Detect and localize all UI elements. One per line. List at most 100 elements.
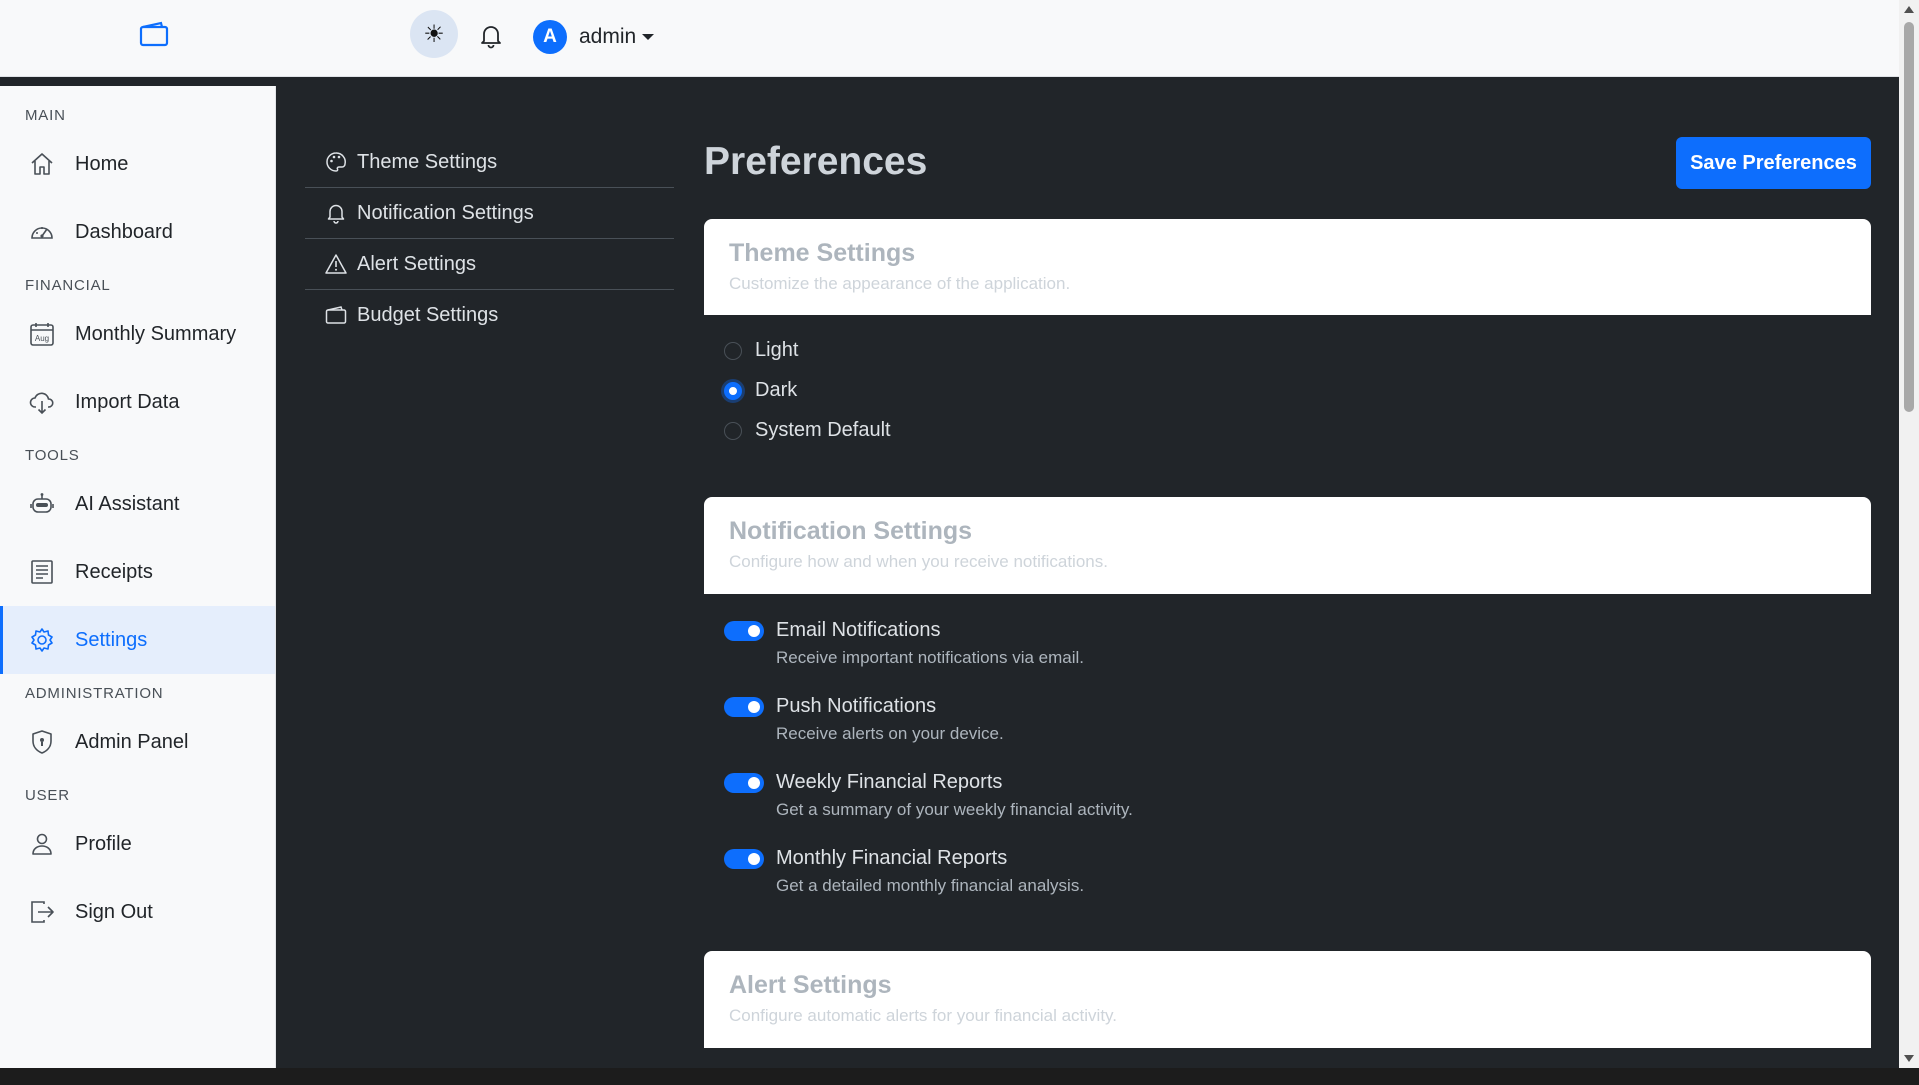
toggle-email-notifications: Email Notifications Receive important no… — [724, 619, 1084, 668]
wallet-icon — [139, 21, 169, 52]
scroll-up-icon[interactable] — [1904, 6, 1914, 13]
sun-icon: ☀ — [423, 20, 445, 48]
bell-icon — [481, 26, 501, 49]
settings-link-label: Alert Settings — [357, 252, 476, 275]
sidebar-item-label: AI Assistant — [75, 492, 180, 515]
sidebar-item-dashboard[interactable]: Dashboard — [0, 198, 275, 266]
sidebar: MAIN Home Dashboard FINANCIAL Aug Monthl… — [0, 86, 276, 1068]
radio-label: System Default — [755, 419, 891, 441]
switch-weekly-reports[interactable] — [724, 772, 764, 793]
calendar-icon: Aug — [30, 323, 54, 346]
sidebar-item-label: Import Data — [75, 390, 180, 413]
sidebar-item-receipts[interactable]: Receipts — [0, 538, 275, 606]
brand[interactable]: Expense Tracker — [139, 20, 407, 52]
sidebar-item-home[interactable]: Home — [0, 130, 275, 198]
toggle-description: Get a summary of your weekly financial a… — [776, 800, 1133, 819]
settings-link-label: Theme Settings — [357, 150, 498, 173]
settings-link-label: Notification Settings — [357, 201, 534, 224]
speedometer-icon — [31, 219, 53, 239]
toggle-label: Push Notifications — [776, 695, 937, 717]
card-subtitle: Configure automatic alerts for your fina… — [729, 1006, 1118, 1025]
avatar: A — [533, 20, 567, 54]
radio-system-default[interactable] — [724, 421, 742, 440]
sidebar-item-label: Home — [75, 152, 129, 175]
theme-option-light[interactable]: Light — [724, 339, 798, 362]
notifications-button[interactable] — [476, 21, 506, 51]
brand-name: Expense Tracker — [181, 20, 407, 51]
toggle-weekly-reports: Weekly Financial Reports Get a summary o… — [724, 771, 1133, 820]
os-taskbar — [0, 1068, 1919, 1085]
toggle-description: Receive alerts on your device. — [776, 724, 1004, 743]
radio-label: Light — [755, 339, 799, 361]
caret-down-icon — [642, 34, 655, 40]
toggle-label: Weekly Financial Reports — [776, 771, 1003, 793]
sidebar-item-label: Sign Out — [75, 900, 153, 923]
theme-option-system-default[interactable]: System Default — [724, 419, 891, 442]
toggle-control[interactable]: Weekly Financial Reports — [724, 771, 1133, 794]
save-preferences-button[interactable]: Save Preferences — [1676, 137, 1871, 189]
sidebar-item-label: Monthly Summary — [75, 322, 237, 345]
toggle-monthly-reports: Monthly Financial Reports Get a detailed… — [724, 847, 1084, 896]
sidebar-item-admin-panel[interactable]: Admin Panel — [0, 708, 275, 776]
toggle-control[interactable]: Email Notifications — [724, 619, 1084, 642]
username: admin — [579, 25, 637, 48]
top-navbar: Expense Tracker ☀ A admin — [0, 0, 1899, 77]
sidebar-item-import-data[interactable]: Import Data — [0, 368, 275, 436]
switch-email-notifications[interactable] — [724, 620, 764, 641]
toggle-description: Get a detailed monthly financial analysi… — [776, 876, 1085, 895]
theme-option-dark[interactable]: Dark — [724, 379, 797, 402]
card-subtitle: Configure how and when you receive notif… — [729, 552, 1108, 571]
radio-label: Dark — [755, 379, 798, 401]
home-icon — [31, 153, 53, 175]
page-scrollbar[interactable] — [1899, 0, 1919, 1068]
sidebar-item-label: Receipts — [75, 560, 153, 583]
gear-icon — [31, 628, 53, 652]
sign-out-icon — [31, 901, 54, 923]
svg-text:Aug: Aug — [35, 334, 49, 343]
sidebar-item-label: Dashboard — [75, 220, 173, 243]
settings-link-theme[interactable]: Theme Settings — [305, 137, 674, 188]
settings-nav: Theme Settings Notification Settings Ale… — [305, 137, 674, 340]
robot-icon — [30, 493, 54, 513]
sidebar-item-ai-assistant[interactable]: AI Assistant — [0, 470, 275, 538]
sidebar-section-financial: FINANCIAL — [25, 277, 111, 294]
settings-link-alerts[interactable]: Alert Settings — [305, 239, 674, 290]
toggle-label: Email Notifications — [776, 619, 941, 641]
wallet-icon — [325, 306, 347, 324]
radio-dark[interactable] — [724, 381, 742, 400]
toggle-control[interactable]: Push Notifications — [724, 695, 1004, 718]
switch-push-notifications[interactable] — [724, 696, 764, 717]
radio-light[interactable] — [724, 341, 742, 360]
sidebar-item-settings[interactable]: Settings — [0, 606, 275, 674]
sidebar-item-label: Settings — [75, 628, 148, 651]
sidebar-item-monthly-summary[interactable]: Aug Monthly Summary — [0, 300, 275, 368]
card-title: Theme Settings — [729, 239, 916, 267]
sidebar-item-label: Profile — [75, 832, 132, 855]
toggle-label: Monthly Financial Reports — [776, 847, 1008, 869]
toggle-push-notifications: Push Notifications Receive alerts on you… — [724, 695, 1004, 744]
theme-settings-header: Theme Settings Customize the appearance … — [704, 219, 1871, 315]
theme-toggle-button[interactable]: ☀ — [410, 10, 458, 58]
sidebar-item-profile[interactable]: Profile — [0, 810, 275, 878]
toggle-description: Receive important notifications via emai… — [776, 648, 1085, 667]
toggle-control[interactable]: Monthly Financial Reports — [724, 847, 1084, 870]
warning-icon — [325, 254, 347, 274]
alert-settings-header: Alert Settings Configure automatic alert… — [704, 951, 1871, 1048]
user-menu-dropdown[interactable]: A admin — [533, 20, 655, 54]
sidebar-section-tools: TOOLS — [25, 447, 80, 464]
sidebar-section-administration: ADMINISTRATION — [25, 685, 164, 702]
switch-monthly-reports[interactable] — [724, 848, 764, 869]
card-subtitle: Customize the appearance of the applicat… — [729, 274, 1071, 293]
shield-icon — [32, 730, 52, 754]
settings-link-label: Budget Settings — [357, 303, 499, 326]
settings-link-notifications[interactable]: Notification Settings — [305, 188, 674, 239]
card-title: Alert Settings — [729, 971, 892, 999]
scroll-thumb[interactable] — [1904, 22, 1914, 412]
scroll-down-icon[interactable] — [1904, 1055, 1914, 1062]
settings-link-budget[interactable]: Budget Settings — [305, 290, 674, 340]
page-title: Preferences — [704, 140, 928, 183]
sidebar-item-sign-out[interactable]: Sign Out — [0, 878, 275, 946]
sidebar-section-main: MAIN — [25, 107, 66, 124]
bell-icon — [327, 204, 345, 224]
receipt-icon — [31, 560, 53, 584]
